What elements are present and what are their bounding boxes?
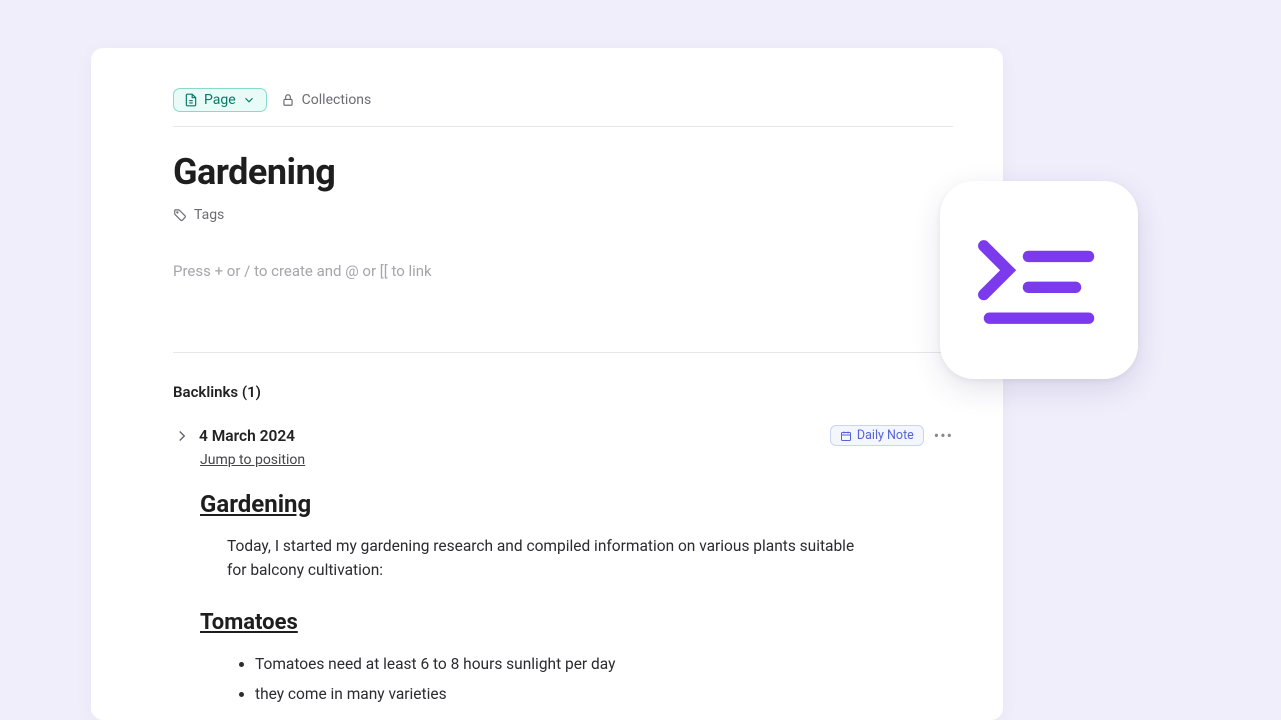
page-card: Page Collections Gardening Tags Press + … <box>91 48 1003 720</box>
page-type-label: Page <box>204 92 236 108</box>
calendar-icon <box>840 430 852 442</box>
daily-note-badge[interactable]: Daily Note <box>830 425 924 446</box>
page-type-chip[interactable]: Page <box>173 88 267 112</box>
chevron-down-icon <box>242 93 256 107</box>
page-header: Page Collections <box>173 88 953 127</box>
divider <box>173 352 953 353</box>
tags-button[interactable]: Tags <box>173 207 224 223</box>
backlink-section-title[interactable]: Gardening <box>200 490 953 518</box>
backlink-subsection-title[interactable]: Tomatoes <box>200 610 953 635</box>
app-logo-icon <box>974 230 1104 330</box>
list-item: they come in many varieties <box>255 679 953 709</box>
backlink-paragraph: Today, I started my gardening research a… <box>227 534 867 582</box>
daily-note-label: Daily Note <box>857 428 914 443</box>
app-logo-tile <box>940 181 1138 379</box>
editor-placeholder[interactable]: Press + or / to create and @ or [[ to li… <box>173 262 953 280</box>
more-icon[interactable]: ••• <box>934 428 953 444</box>
chevron-right-icon[interactable] <box>173 427 191 445</box>
file-icon <box>184 93 198 107</box>
collections-label: Collections <box>302 92 372 108</box>
backlink-date[interactable]: 4 March 2024 <box>199 427 295 445</box>
backlink-item-header: 4 March 2024 Daily Note ••• <box>173 425 953 446</box>
page-title[interactable]: Gardening <box>173 151 953 193</box>
backlink-content: Gardening Today, I started my gardening … <box>200 490 953 709</box>
list-item: Tomatoes need at least 6 to 8 hours sunl… <box>255 649 953 679</box>
backlinks-heading: Backlinks (1) <box>173 383 953 401</box>
tag-icon <box>173 208 187 222</box>
tags-label: Tags <box>194 207 224 223</box>
collections-link[interactable]: Collections <box>281 92 372 108</box>
jump-to-position-link[interactable]: Jump to position <box>200 452 305 468</box>
lock-icon <box>281 93 295 107</box>
backlink-list: Tomatoes need at least 6 to 8 hours sunl… <box>227 649 953 709</box>
